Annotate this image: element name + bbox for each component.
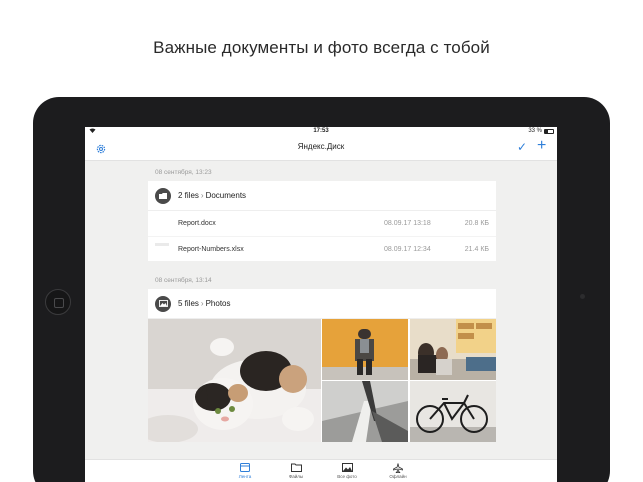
- folder-name: Documents: [205, 191, 247, 200]
- camera-dot: [580, 294, 585, 299]
- folder-icon: [276, 463, 316, 473]
- photos-card-title: 5 files › Photos: [178, 299, 230, 308]
- photo-man-yellow-wall[interactable]: [322, 319, 408, 380]
- file-date: 08.09.17 12:34: [384, 245, 431, 253]
- tab-all-photos[interactable]: Все фото: [327, 463, 367, 479]
- status-bar: 17:53 33 %: [85, 127, 557, 137]
- tab-label: Офлайн: [389, 474, 407, 479]
- home-button: [45, 289, 71, 315]
- tab-files[interactable]: Файлы: [276, 463, 316, 479]
- file-count: 5 files: [178, 299, 199, 308]
- status-time: 17:53: [313, 128, 329, 134]
- photo-icon: [327, 463, 367, 473]
- file-size: 21.4 КБ: [464, 245, 489, 253]
- documents-card[interactable]: 2 files › Documents Report.docx 08.09.17 1…: [148, 181, 496, 261]
- file-size: 20.8 КБ: [464, 220, 489, 227]
- folder-name: Photos: [205, 299, 231, 308]
- airplane-icon: [378, 463, 418, 474]
- file-date: 08.09.17 13:18: [384, 220, 431, 227]
- path-separator: ›: [200, 299, 204, 308]
- photo-grid: [148, 319, 496, 442]
- select-check-icon[interactable]: ✓: [517, 140, 527, 154]
- feed-list: 08 сентября, 13:23 2 files › Documents Rep…: [148, 161, 496, 442]
- battery-indicator: 33 %: [528, 128, 554, 134]
- path-separator: ›: [200, 191, 204, 200]
- documents-card-header[interactable]: 2 files › Documents: [148, 181, 496, 211]
- app-title: Яндекс.Диск: [297, 142, 345, 151]
- tab-label: Все фото: [337, 474, 357, 479]
- tab-offline[interactable]: Офлайн: [378, 463, 418, 479]
- photo-bicycle[interactable]: [410, 381, 496, 442]
- tab-bar: Лента Файлы Все фото Офлайн: [85, 459, 557, 482]
- battery-percent: 33 %: [528, 128, 542, 134]
- photo-cat[interactable]: [148, 319, 321, 442]
- app-screen: 17:53 33 % Яндекс.Диск ✓ + 08 сентября, …: [85, 127, 557, 482]
- file-count: 2 files: [178, 191, 199, 200]
- folder-icon: [155, 187, 171, 204]
- photos-card-header[interactable]: 5 files › Photos: [148, 289, 496, 319]
- documents-card-title: 2 files › Documents: [178, 191, 246, 200]
- photo-street-shadow[interactable]: [322, 381, 408, 442]
- file-row[interactable]: Report-Numbers.xlsx 08.09.17 12:34 21.4 …: [148, 236, 496, 261]
- navigation-bar: Яндекс.Диск ✓ +: [85, 137, 557, 161]
- battery-icon: [544, 128, 554, 134]
- group-date: 08 сентября, 13:14: [155, 277, 212, 284]
- tab-feed[interactable]: Лента: [225, 463, 265, 479]
- file-thumbnail: [155, 243, 169, 246]
- group-date: 08 сентября, 13:23: [155, 169, 212, 176]
- photo-folder-icon: [155, 295, 171, 312]
- file-row[interactable]: Report.docx 08.09.17 13:18 20.8 КБ: [148, 211, 496, 236]
- file-name: Report.docx: [178, 220, 216, 227]
- tab-label: Файлы: [288, 474, 304, 479]
- promo-headline: Важные документы и фото всегда с тобой: [153, 38, 490, 57]
- photo-people-lounge[interactable]: [410, 319, 496, 380]
- tab-label: Лента: [238, 474, 252, 479]
- feed-icon: [225, 463, 265, 473]
- photos-card[interactable]: 5 files › Photos: [148, 289, 496, 442]
- add-plus-icon[interactable]: +: [537, 137, 546, 155]
- file-name: Report-Numbers.xlsx: [178, 245, 244, 253]
